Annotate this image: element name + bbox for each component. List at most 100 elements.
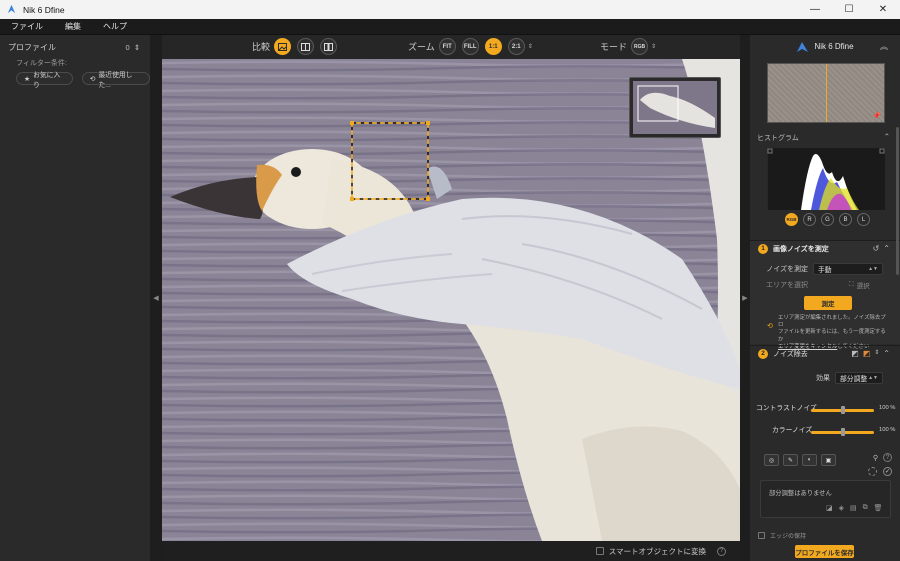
minimize-button[interactable]: — [798,0,832,19]
compare-preview-button[interactable] [274,38,292,55]
brush-icon[interactable]: ✎ [783,454,798,466]
recent-icon: ⟲ [89,75,96,83]
refresh-warning-icon: ⟲ [767,323,773,330]
collapse-up-icon[interactable]: ︽ [880,41,888,52]
menu-help[interactable]: ヘルプ [92,21,138,32]
status-bar: スマートオブジェクトに変換 ? [162,541,740,561]
measure-button[interactable]: 測定 [804,296,852,310]
channel-rgb-button[interactable]: RGB [785,213,798,226]
link-adjustment-icon[interactable]: ▤ [850,504,857,532]
channel-g-button[interactable]: G [821,213,834,226]
navigator-thumbnail[interactable] [629,77,721,138]
measure-method-select[interactable]: 手動 ▲▼ [813,263,883,275]
view-toolbar: 比較 ズーム FIT FILL 1:1 2:1 ⇕ モード RGB ⇕ [162,35,740,59]
eyedropper-icon[interactable]: ⚲ [873,454,878,462]
mask-icon[interactable]: ▣ [821,454,836,466]
measure-noise-title: 画像ノイズを測定 [773,245,829,253]
color-noise-value: 100 % [879,427,896,433]
loupe-preview[interactable]: 📌 [767,63,885,123]
menu-edit[interactable]: 編集 [54,21,92,32]
image-icon [278,42,288,51]
delete-icon[interactable]: 🗑 [874,504,883,532]
profiles-count: 0 [125,42,130,52]
color-noise-slider[interactable] [811,428,874,436]
method-contrast-icon[interactable]: ◩ [851,349,859,358]
collapse-right-panel-handle[interactable]: ▶ [740,35,750,561]
color-noise-handle[interactable] [841,428,845,436]
control-point-tools: ◎ ✎ ◐ ▣ [764,454,836,466]
no-adjustments-text: 部分調整はありません [769,490,832,497]
enable-points-checkmark-icon[interactable]: ✓ [883,467,892,476]
dfine-control-panel: Nik 6 Dfine ︽ 📌 ヒストグラム ⌃ RGB R G B L 1 画… [750,35,900,561]
channel-l-button[interactable]: L [857,213,870,226]
maximize-button[interactable]: ☐ [832,0,866,19]
zoom-stepper-icon[interactable]: ⇕ [528,43,533,50]
reduce-noise-section: 2 ノイズ除去 ◩ ◩ ⇕ ⌃ 効果 部分調整 ▲▼ コントラストノイズ 100… [750,345,900,535]
method-color-icon[interactable]: ◩ [863,349,871,358]
profiles-title: プロファイル [8,42,56,52]
gradient-icon[interactable]: ◐ [802,454,817,466]
image-canvas[interactable] [162,59,740,541]
contrast-noise-slider[interactable] [811,406,874,414]
sort-arrows-icon[interactable]: ⇕ [134,43,140,52]
chevron-left-icon: ◀ [153,295,159,302]
panel-title: Nik 6 Dfine [814,42,854,51]
edge-preservation-checkbox[interactable] [758,531,765,539]
measure-noise-section: 1 画像ノイズを測定 ↺ ⌃ ノイズを測定 手動 ▲▼ エリアを選択 ⛶ 選択 … [750,240,900,350]
title-bar: Nik 6 Dfine — ☐ ✕ [0,0,900,19]
show-points-toggle-icon[interactable] [868,467,877,476]
histogram-channel-selector: RGB R G B L [785,213,870,226]
zoom-2-1-button[interactable]: 2:1 [507,38,525,55]
select-area-button[interactable]: ⛶ 選択 [849,280,870,290]
panel-header: Nik 6 Dfine ︽ [750,35,900,58]
compare-side-by-side-button[interactable] [320,38,338,55]
reset-icon[interactable]: ↺ [873,244,880,253]
select-arrows-icon: ▲▼ [868,375,878,381]
edge-preservation-section[interactable]: エッジの保持 [758,530,892,540]
compare-label: 比較 [252,42,271,52]
mode-stepper-icon[interactable]: ⇕ [651,43,656,50]
favorites-filter-chip[interactable]: ★ お気に入り [16,72,73,89]
split-view-icon [301,42,311,51]
method-stepper-icon[interactable]: ⇕ [874,349,879,358]
channel-r-button[interactable]: R [803,213,816,226]
recent-filter-chip[interactable]: ⟲ 最近使用した... [81,72,150,89]
menu-file[interactable]: ファイル [0,21,54,32]
dfine-logo-icon [797,41,809,52]
channel-b-button[interactable]: B [839,213,852,226]
zoom-fill-button[interactable]: FILL [461,38,479,55]
histogram-title: ヒストグラム [757,135,799,142]
reduce-noise-title: ノイズ除去 [773,350,808,358]
app-logo-icon [7,4,16,14]
reduce-help-icon[interactable]: ? [883,453,892,462]
section-1-collapse-icon[interactable]: ⌃ [883,244,890,253]
section-2-collapse-icon[interactable]: ⌃ [883,349,890,358]
close-button[interactable]: ✕ [866,0,900,19]
menu-bar: ファイル 編集 ヘルプ [0,19,900,35]
effect-select[interactable]: 部分調整 ▲▼ [835,372,883,384]
pin-icon[interactable]: 📌 [872,112,881,120]
help-icon[interactable]: ? [717,546,726,556]
contrast-noise-label: コントラストノイズ [756,405,817,412]
zoom-fit-button[interactable]: FIT [438,38,456,55]
duplicate-icon[interactable]: ⧉ [863,504,868,532]
side-by-side-icon [324,42,334,51]
control-point-icon[interactable]: ◎ [764,454,779,466]
select-arrows-icon: ▲▼ [868,266,878,272]
compare-split-button[interactable] [297,38,315,55]
fill-icon[interactable]: ◈ [839,504,844,532]
measure-method-label: ノイズを測定 [766,266,808,273]
contrast-noise-handle[interactable] [841,406,845,414]
mode-rgb-button[interactable]: RGB [631,38,649,55]
step-1-badge: 1 [758,243,768,254]
save-profile-button[interactable]: プロファイルを保存 [795,545,854,558]
preview-split-line[interactable] [826,64,827,122]
mode-label: モード [600,42,628,52]
panel-scrollbar[interactable] [896,127,899,275]
collapse-left-panel-handle[interactable]: ◀ [150,35,162,561]
zoom-1-1-button[interactable]: 1:1 [484,38,502,55]
edit-adjustment-icon[interactable]: ◪ [826,504,833,532]
adjustment-actions: ◪ ◈ ▤ ⧉ 🗑 [826,504,894,532]
histogram-collapse-icon[interactable]: ⌃ [884,132,890,141]
smart-object-checkbox[interactable] [595,547,604,555]
